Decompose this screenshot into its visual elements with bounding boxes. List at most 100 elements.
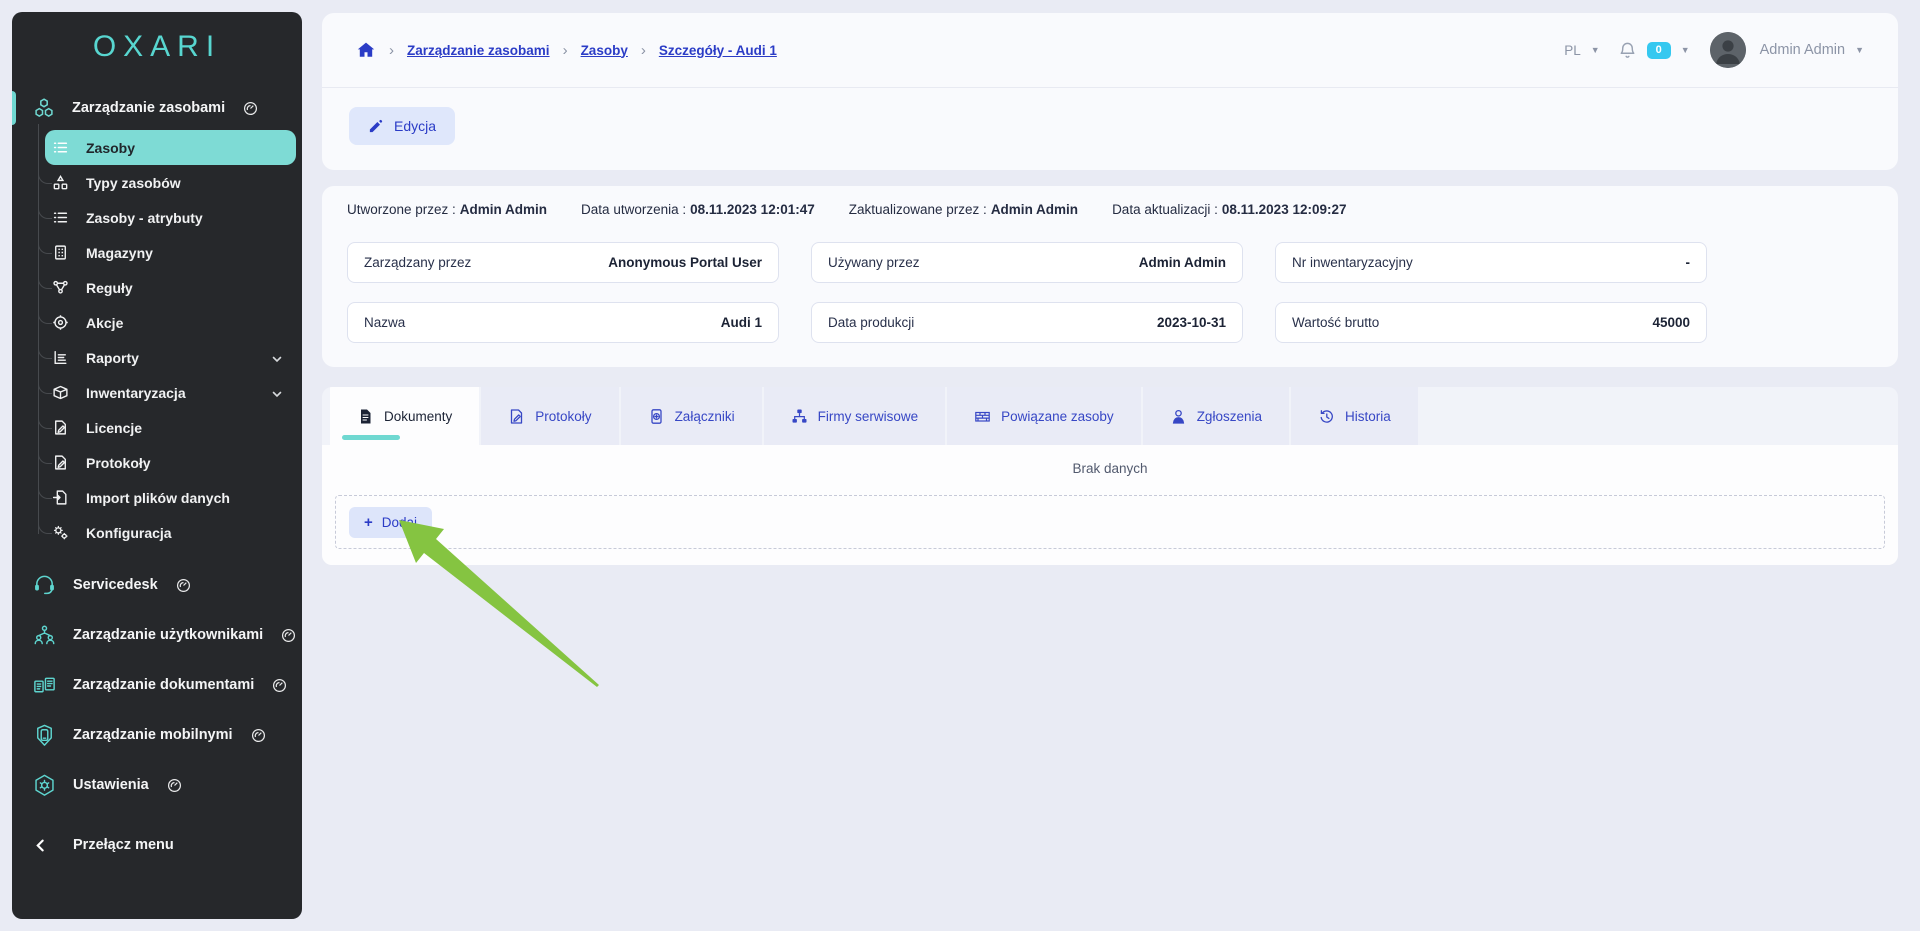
sidebar-item-label: Konfiguracja xyxy=(86,525,172,541)
chevron-down-icon[interactable]: ▼ xyxy=(1855,45,1864,55)
gauge-icon xyxy=(176,578,191,593)
person-icon xyxy=(1170,408,1187,425)
sidebar-item-typy-zasobow[interactable]: Typy zasobów xyxy=(45,165,296,200)
edit-button[interactable]: Edycja xyxy=(349,107,455,145)
document-icon xyxy=(357,408,374,425)
module-label: Zarządzanie mobilnymi xyxy=(73,727,233,743)
field-wartosc-brutto: Wartość brutto45000 xyxy=(1275,302,1707,343)
meta-updated-by: Zaktualizowane przez :Admin Admin xyxy=(849,202,1078,217)
main-content: › Zarządzanie zasobami › Zasoby › Szczeg… xyxy=(302,0,1920,931)
sidebar-item-label: Raporty xyxy=(86,350,139,366)
toolbar: Edycja xyxy=(322,88,1898,164)
sidebar-item-licencje[interactable]: Licencje xyxy=(45,410,296,445)
header-card: › Zarządzanie zasobami › Zasoby › Szczeg… xyxy=(322,13,1898,170)
sidebar-item-zarzadzanie-mobilnymi[interactable]: Zarządzanie mobilnymi xyxy=(12,710,302,760)
sidebar-section-label: Zarządzanie zasobami xyxy=(72,100,225,116)
dropzone: + Dodaj xyxy=(335,495,1885,549)
tab-protokoly[interactable]: Protokoły xyxy=(481,387,618,445)
sidebar-item-import-plikow[interactable]: Import plików danych xyxy=(45,480,296,515)
module-label: Zarządzanie dokumentami xyxy=(73,677,254,693)
target-icon xyxy=(52,314,69,331)
sidebar-submenu: Zasoby Typy zasobów Zasoby - atrybuty Ma… xyxy=(12,130,302,550)
header-actions: PL ▼ 0 ▼ Admin Admin ▼ xyxy=(1564,32,1864,68)
avatar[interactable] xyxy=(1710,32,1746,68)
sidebar-item-label: Typy zasobów xyxy=(86,175,181,191)
module-label: Servicedesk xyxy=(73,577,158,593)
gauge-icon xyxy=(272,678,287,693)
breadcrumb-link-zarzadzanie-zasobami[interactable]: Zarządzanie zasobami xyxy=(407,43,550,58)
home-icon[interactable] xyxy=(356,40,376,60)
sidebar-item-ustawienia[interactable]: Ustawienia xyxy=(12,760,302,810)
language-selector[interactable]: PL xyxy=(1564,43,1581,58)
sidebar-item-servicedesk[interactable]: Servicedesk xyxy=(12,560,302,610)
reports-icon xyxy=(52,349,69,366)
menu-toggle-label: Przełącz menu xyxy=(73,837,174,853)
chevron-down-icon[interactable]: ▼ xyxy=(1681,45,1690,55)
field-uzywany-przez: Używany przezAdmin Admin xyxy=(811,242,1243,283)
sidebar-item-label: Import plików danych xyxy=(86,490,230,506)
sidebar-item-label: Magazyny xyxy=(86,245,153,261)
tab-firmy-serwisowe[interactable]: Firmy serwisowe xyxy=(764,387,946,445)
module-label: Zarządzanie użytkownikami xyxy=(73,627,263,643)
sidebar-item-magazyny[interactable]: Magazyny xyxy=(45,235,296,270)
asset-info-card: Utworzone przez :Admin Admin Data utworz… xyxy=(322,186,1898,367)
hierarchy-icon xyxy=(52,174,69,191)
tab-zgloszenia[interactable]: Zgłoszenia xyxy=(1143,387,1289,445)
plus-icon: + xyxy=(364,515,373,530)
chevron-down-icon xyxy=(271,387,283,399)
tabstrip: Dokumenty Protokoły Załączniki Firmy ser… xyxy=(322,387,1898,445)
sidebar-item-reguly[interactable]: Reguły xyxy=(45,270,296,305)
asset-fields-grid: Zarządzany przezAnonymous Portal User Uż… xyxy=(347,242,1873,343)
field-nazwa: NazwaAudi 1 xyxy=(347,302,779,343)
chevron-left-icon xyxy=(34,839,47,852)
sidebar-item-zarzadzanie-uzytkownikami[interactable]: Zarządzanie użytkownikami xyxy=(12,610,302,660)
user-menu[interactable]: Admin Admin xyxy=(1760,42,1845,58)
empty-state-text: Brak danych xyxy=(322,445,1898,493)
breadcrumb-link-zasoby[interactable]: Zasoby xyxy=(581,43,628,58)
menu-toggle[interactable]: Przełącz menu xyxy=(12,824,302,866)
sidebar-item-zasoby-atrybuty[interactable]: Zasoby - atrybuty xyxy=(45,200,296,235)
asset-management-icon xyxy=(32,96,56,120)
sidebar-item-konfiguracja[interactable]: Konfiguracja xyxy=(45,515,296,550)
headset-icon xyxy=(32,573,57,598)
rules-network-icon xyxy=(52,279,69,296)
module-label: Ustawienia xyxy=(73,777,149,793)
gauge-icon xyxy=(281,628,296,643)
pencil-icon xyxy=(368,119,383,134)
field-data-produkcji: Data produkcji2023-10-31 xyxy=(811,302,1243,343)
tab-historia[interactable]: Historia xyxy=(1291,387,1418,445)
sidebar-item-zasoby[interactable]: Zasoby xyxy=(45,130,296,165)
tab-content: Brak danych + Dodaj xyxy=(322,445,1898,565)
chevron-down-icon[interactable]: ▼ xyxy=(1591,45,1600,55)
tab-zalaczniki[interactable]: Załączniki xyxy=(621,387,762,445)
bricks-icon xyxy=(974,408,991,425)
sidebar-item-label: Zasoby - atrybuty xyxy=(86,210,203,226)
meta-created-date: Data utworzenia :08.11.2023 12:01:47 xyxy=(581,202,815,217)
tab-label: Załączniki xyxy=(675,409,735,424)
notifications-bell-icon[interactable] xyxy=(1618,41,1637,60)
protocol-document-icon xyxy=(52,454,69,471)
tab-label: Historia xyxy=(1345,409,1391,424)
chevron-down-icon xyxy=(271,352,283,364)
breadcrumb-separator: › xyxy=(641,42,646,59)
warehouse-icon xyxy=(52,244,69,261)
tab-powiazane-zasoby[interactable]: Powiązane zasoby xyxy=(947,387,1141,445)
app-logo: OXARI xyxy=(12,12,302,70)
sidebar-item-protokoly[interactable]: Protokoły xyxy=(45,445,296,480)
sidebar-item-inwentaryzacja[interactable]: Inwentaryzacja xyxy=(45,375,296,410)
add-button[interactable]: + Dodaj xyxy=(349,507,432,538)
sidebar-section-asset-management[interactable]: Zarządzanie zasobami xyxy=(12,90,302,126)
notification-count-badge: 0 xyxy=(1647,42,1671,59)
meta-updated-date: Data aktualizacji :08.11.2023 12:09:27 xyxy=(1112,202,1346,217)
asset-meta-row: Utworzone przez :Admin Admin Data utworz… xyxy=(347,202,1873,217)
import-file-icon xyxy=(52,489,69,506)
breadcrumb-separator: › xyxy=(389,42,394,59)
tab-dokumenty[interactable]: Dokumenty xyxy=(330,387,479,445)
history-clock-icon xyxy=(1318,408,1335,425)
sidebar: OXARI Zarządzanie zasobami Zasoby Typy z… xyxy=(12,12,302,919)
breadcrumb-link-szczegoly[interactable]: Szczegóły - Audi 1 xyxy=(659,43,777,58)
sidebar-item-akcje[interactable]: Akcje xyxy=(45,305,296,340)
breadcrumb-separator: › xyxy=(563,42,568,59)
sidebar-item-raporty[interactable]: Raporty xyxy=(45,340,296,375)
sidebar-item-zarzadzanie-dokumentami[interactable]: Zarządzanie dokumentami xyxy=(12,660,302,710)
